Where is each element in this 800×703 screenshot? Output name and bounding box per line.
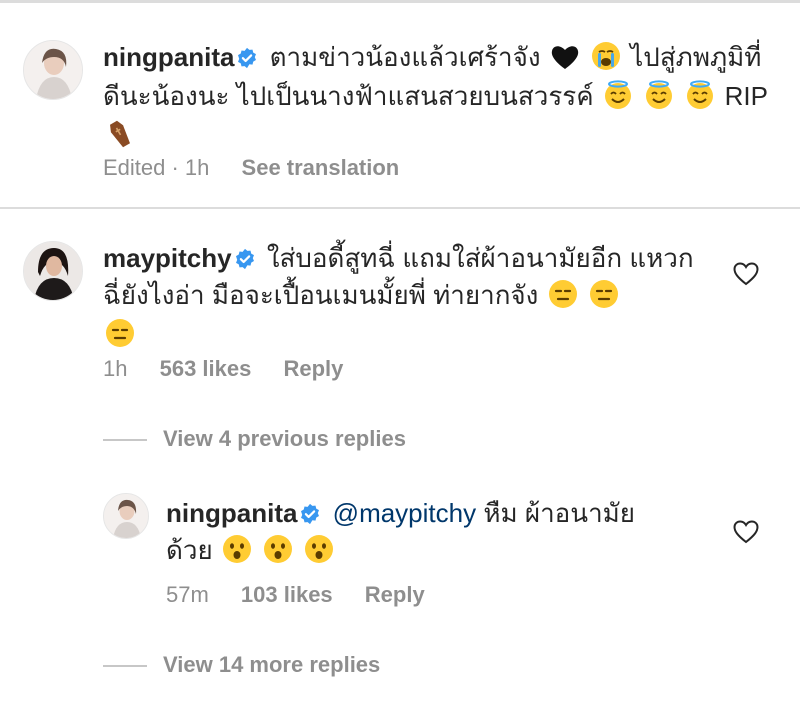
smiling-face-with-halo-icon — [644, 80, 674, 118]
likes-count[interactable]: 103 likes — [241, 582, 333, 607]
comment-maypitchy: maypitchy ใส่บอดี้สูทฉี่ แถมใส่ผ้าอนามัย… — [103, 241, 703, 356]
expressionless-face-icon — [105, 318, 135, 356]
reply-ningpanita: ningpanita @maypitchy หืม ผ้าอนามัย ด้วย — [166, 496, 726, 572]
comment-text-part: RIP — [724, 81, 768, 111]
comment-meta: Edited · 1h See translation — [103, 155, 425, 181]
replies-line — [103, 439, 147, 442]
comment-timestamp: 57m — [166, 582, 209, 607]
avatar-ningpanita[interactable] — [23, 40, 83, 100]
smiling-face-with-halo-icon — [685, 80, 715, 118]
hushed-face-icon — [304, 534, 334, 572]
expressionless-face-icon — [589, 279, 619, 317]
verified-badge-icon — [234, 244, 256, 278]
top-divider — [0, 0, 800, 3]
mention-link[interactable]: @maypitchy — [333, 498, 476, 528]
comment-text-part: ตามข่าวน้องแล้วเศร้าจัง — [269, 42, 541, 72]
comment-username[interactable]: maypitchy — [103, 243, 232, 273]
coffin-icon — [105, 119, 135, 157]
view-more-replies-label: View 14 more replies — [163, 652, 381, 677]
avatar-ningpanita[interactable] — [103, 493, 149, 539]
black-heart-icon — [550, 43, 580, 79]
verified-badge-icon — [299, 499, 321, 533]
comment-text-part: ไปสู่ภพภูมิที่ — [630, 42, 762, 72]
likes-count[interactable]: 563 likes — [160, 356, 252, 381]
reply-button[interactable]: Reply — [283, 356, 343, 381]
like-heart-icon[interactable] — [733, 520, 759, 549]
edited-timestamp: Edited · 1h — [103, 155, 210, 180]
comment-ningpanita: ningpanita ตามข่าวน้องแล้วเศร้าจัง ไปสู่… — [103, 40, 773, 157]
section-divider — [0, 207, 800, 209]
view-more-replies-button[interactable]: View 14 more replies — [103, 652, 380, 678]
see-translation-link[interactable]: See translation — [242, 155, 400, 180]
reply-button[interactable]: Reply — [365, 582, 425, 607]
comment-text-part: หืม ผ้าอนามัย — [483, 498, 636, 528]
reply-meta: 57m 103 likes Reply — [166, 582, 451, 608]
verified-badge-icon — [236, 43, 258, 77]
view-previous-replies-button[interactable]: View 4 previous replies — [103, 426, 406, 452]
comment-timestamp: 1h — [103, 356, 128, 381]
hushed-face-icon — [263, 534, 293, 572]
comment-text-part: ใส่บอดี้สูทฉี่ แถมใส่ผ้าอนามัยอีก — [266, 243, 623, 273]
comment-meta: 1h 563 likes Reply — [103, 356, 369, 382]
comment-text-part: ด้วย — [166, 535, 213, 565]
avatar-maypitchy[interactable] — [23, 241, 83, 301]
smiling-face-with-halo-icon — [603, 80, 633, 118]
expressionless-face-icon — [548, 279, 578, 317]
replies-line — [103, 665, 147, 668]
like-heart-icon[interactable] — [733, 262, 759, 291]
view-previous-replies-label: View 4 previous replies — [163, 426, 406, 451]
comment-username[interactable]: ningpanita — [103, 42, 234, 72]
loudly-crying-face-icon — [591, 41, 621, 79]
comment-text-part: ดีนะน้องนะ ไปเป็นนางฟ้าแสนสวยบนสวรรค์ — [103, 81, 594, 111]
comment-username[interactable]: ningpanita — [166, 498, 297, 528]
hushed-face-icon — [222, 534, 252, 572]
